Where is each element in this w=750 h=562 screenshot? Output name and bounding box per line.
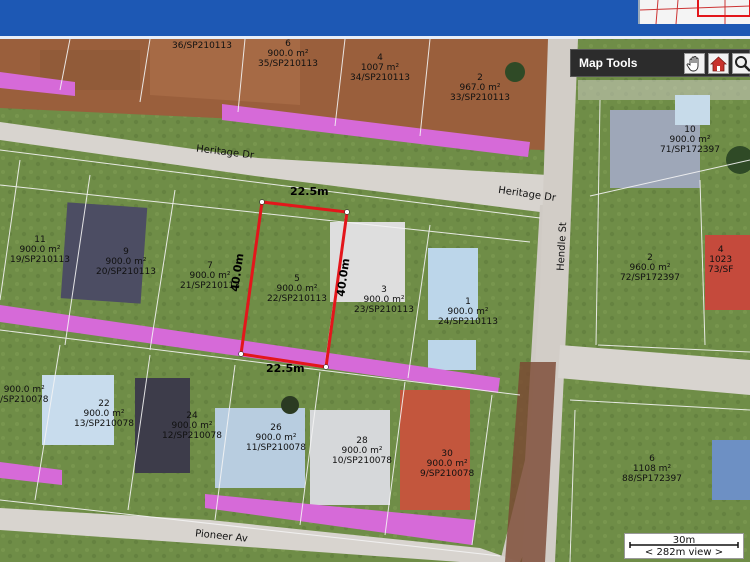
lot-label: 4 1023 73/SF <box>708 245 734 275</box>
lot-label: 9 900.0 m² 20/SP210113 <box>96 247 156 277</box>
lot-label: 24 900.0 m² 12/SP210078 <box>162 411 222 441</box>
map-tools-title: Map Tools <box>579 56 638 70</box>
dimension-frontage: 22.5m <box>290 185 329 198</box>
lot-label: 6 900.0 m² 35/SP210113 <box>258 39 318 69</box>
scale-view-width: < 282m view > <box>644 547 724 558</box>
overview-minimap[interactable] <box>638 0 750 24</box>
lot-label: 6 1108 m² 88/SP172397 <box>622 454 682 484</box>
lot-label: 3 900.0 m² 23/SP210113 <box>354 285 414 315</box>
lot-label: 900.0 m²/SP210078 <box>0 385 49 405</box>
lot-label: 4 1007 m² 34/SP210113 <box>350 53 410 83</box>
lot-label: 28 900.0 m² 10/SP210078 <box>332 436 392 466</box>
scale-bar: 30m < 282m view > <box>624 533 744 559</box>
lot-label: 30 900.0 m² 9/SP210078 <box>420 449 475 479</box>
lot-label: 2 960.0 m² 72/SP172397 <box>620 253 680 283</box>
lot-label: 11 900.0 m² 19/SP210113 <box>10 235 70 265</box>
dimension-rear: 22.5m <box>266 362 305 375</box>
lot-label: 36/SP210113 <box>172 41 232 51</box>
lot-label: 2 967.0 m² 33/SP210113 <box>450 73 510 103</box>
minimap-graphic <box>640 0 750 24</box>
selected-lot-label: 5 900.0 m² 22/SP210113 <box>267 274 327 304</box>
lot-label: 1 900.0 m² 24/SP210113 <box>438 297 498 327</box>
aerial-map[interactable]: Heritage Dr Heritage Dr Hendle St Pionee… <box>0 39 750 562</box>
hand-pan-icon[interactable] <box>684 53 705 74</box>
lot-label: 26 900.0 m² 11/SP210078 <box>246 423 306 453</box>
home-icon[interactable] <box>708 53 729 74</box>
map-tools-panel: Map Tools <box>570 49 750 77</box>
zoom-icon[interactable] <box>732 53 750 74</box>
lot-label: 22 900.0 m² 13/SP210078 <box>74 399 134 429</box>
lot-label: 10 900.0 m² 71/SP172397 <box>660 125 720 155</box>
